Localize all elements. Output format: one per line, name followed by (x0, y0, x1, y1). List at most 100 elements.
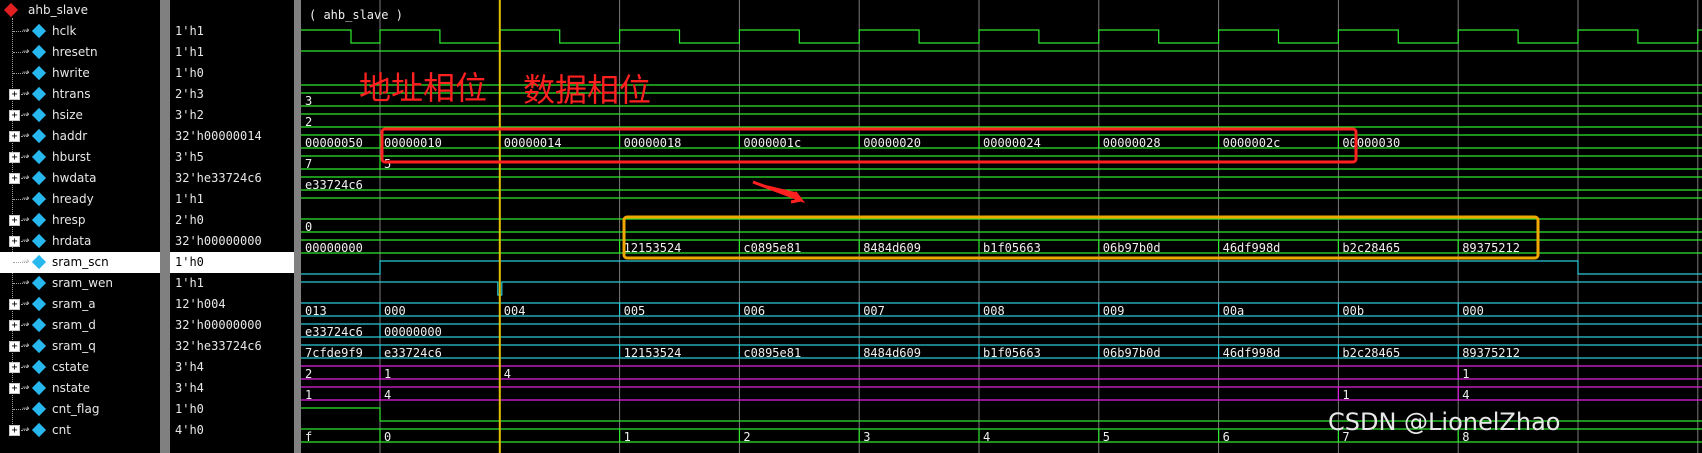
pane-divider[interactable] (294, 0, 301, 453)
signal-row-sram-d[interactable]: + → sram_d (0, 315, 170, 336)
expand-icon[interactable]: + (9, 131, 20, 142)
signal-value-cell[interactable]: 1'h0 (170, 399, 297, 420)
signal-row-hburst[interactable]: + → hburst (0, 147, 170, 168)
signal-value-cell[interactable]: 1'h1 (170, 273, 297, 294)
signal-value-cell[interactable]: 3'h2 (170, 105, 297, 126)
signal-row-sram-q[interactable]: + → sram_q (0, 336, 170, 357)
expand-icon[interactable]: + (9, 299, 20, 310)
signal-row-sram-wen[interactable]: → sram_wen (0, 273, 170, 294)
signal-diamond-icon (31, 338, 47, 354)
signal-direction-icon: → (22, 404, 30, 414)
expand-icon[interactable]: + (9, 110, 20, 121)
signal-value-cell[interactable]: 2'h3 (170, 84, 297, 105)
signal-direction-icon: → (22, 26, 30, 36)
signal-value-cell[interactable]: 32'he33724c6 (170, 336, 297, 357)
signal-name-label: htrans (52, 87, 91, 101)
bus-value-label: 12153524 (624, 346, 682, 360)
signal-name-label: hwdata (52, 171, 97, 185)
signal-value-cell[interactable]: 1'h0 (170, 63, 297, 84)
bus-value-label: 1 (624, 430, 631, 444)
expand-icon[interactable]: + (9, 362, 20, 373)
signal-row-haddr[interactable]: + → haddr (0, 126, 170, 147)
signal-value-label: 12'h004 (175, 297, 226, 311)
signal-value-cell[interactable]: 3'h4 (170, 378, 297, 399)
signal-row-sram-scn[interactable]: → sram_scn (0, 252, 170, 273)
signal-value-cell[interactable]: 32'he33724c6 (170, 168, 297, 189)
signal-value-cell[interactable]: 4'h0 (170, 420, 297, 441)
signal-value-cell[interactable]: 32'h00000014 (170, 126, 297, 147)
signal-row-hwdata[interactable]: + → hwdata (0, 168, 170, 189)
bus-value-label: 4 (504, 367, 511, 381)
signal-value-cell[interactable]: 32'h00000000 (170, 231, 297, 252)
expand-icon[interactable]: + (9, 320, 20, 331)
bus-value-label: 7 (305, 157, 312, 171)
bus-value-label: 004 (504, 304, 526, 318)
signal-value-cell[interactable]: 12'h004 (170, 294, 297, 315)
pane-divider[interactable] (160, 0, 170, 453)
expand-icon[interactable]: + (9, 383, 20, 394)
bus-value-label: 009 (1103, 304, 1125, 318)
expand-icon[interactable]: + (9, 152, 20, 163)
waveform-pane[interactable]: ( ahb_slave )3200000050 00000010 00000014 0… (301, 0, 1702, 453)
signal-value-cell[interactable]: 3'h5 (170, 147, 297, 168)
signal-row-hresetn[interactable]: → hresetn (0, 42, 170, 63)
expand-icon[interactable]: + (9, 341, 20, 352)
bus-value-label: 005 (624, 304, 646, 318)
signal-direction-icon: → (22, 110, 30, 120)
signal-diamond-icon (31, 359, 47, 375)
signal-diamond-icon (31, 380, 47, 396)
signal-row-htrans[interactable]: + → htrans (0, 84, 170, 105)
signal-row-hsize[interactable]: + → hsize (0, 105, 170, 126)
signal-value-cell[interactable]: 3'h4 (170, 357, 297, 378)
signal-value-label: 3'h4 (175, 381, 204, 395)
expand-icon[interactable]: + (9, 173, 20, 184)
signal-row-hclk[interactable]: → hclk (0, 21, 170, 42)
expand-icon[interactable]: + (9, 89, 20, 100)
signal-row-cstate[interactable]: + → cstate (0, 357, 170, 378)
signal-value-label: 3'h2 (175, 108, 204, 122)
bus-value-label: 1 (1462, 367, 1469, 381)
signal-row-nstate[interactable]: + → nstate (0, 378, 170, 399)
signal-value-cell[interactable]: 1'h1 (170, 189, 297, 210)
signal-value-cell[interactable]: 1'h1 (170, 21, 297, 42)
signal-diamond-icon (31, 44, 47, 60)
wave-hclk (301, 29, 1702, 44)
signal-value-label: 1'h1 (175, 24, 204, 38)
bus-value-label: 00b (1342, 304, 1364, 318)
signal-row-hwrite[interactable]: → hwrite (0, 63, 170, 84)
tree-group-ahb-slave[interactable]: ahb_slave (0, 0, 170, 21)
signal-row-sram-a[interactable]: + → sram_a (0, 294, 170, 315)
signal-value-label: 32'he33724c6 (175, 339, 262, 353)
expand-icon[interactable]: + (9, 425, 20, 436)
signal-diamond-icon (31, 128, 47, 144)
group-diamond-icon (3, 2, 19, 18)
bus-value-label: 00000020 (863, 136, 921, 150)
signal-row-hready[interactable]: → hready (0, 189, 170, 210)
signal-diamond-icon (31, 212, 47, 228)
signal-name-label: nstate (52, 381, 91, 395)
bus-value-label: 0 (305, 220, 312, 234)
signal-row-cnt-flag[interactable]: → cnt_flag (0, 399, 170, 420)
signal-direction-icon: → (22, 362, 30, 372)
signal-value-cell[interactable]: 1'h1 (170, 42, 297, 63)
bus-value-label: 46df998d (1223, 241, 1281, 255)
signal-name-label: sram_a (52, 297, 96, 311)
bus-value-label: 013 (305, 304, 327, 318)
signal-row-cnt[interactable]: + → cnt (0, 420, 170, 441)
signal-name-pane: ahb_slave → hclk → hresetn → hwrite + → htrans + → h… (0, 0, 170, 453)
signal-value-cell[interactable]: 1'h0 (170, 252, 297, 273)
signal-value-cell[interactable]: 32'h00000000 (170, 315, 297, 336)
expand-icon[interactable]: + (9, 215, 20, 226)
signal-value-label: 32'h00000000 (175, 318, 262, 332)
signal-diamond-icon (31, 191, 47, 207)
bus-value-label: 00000028 (1103, 136, 1161, 150)
bus-value-label: 007 (863, 304, 885, 318)
watermark-text: CSDN @LionelZhao (1328, 408, 1560, 436)
signal-value-cell[interactable]: 2'h0 (170, 210, 297, 231)
bus-value-label: 006 (743, 304, 765, 318)
signal-row-hresp[interactable]: + → hresp (0, 210, 170, 231)
bus-value-label: c0895e81 (743, 346, 801, 360)
signal-row-hrdata[interactable]: + → hrdata (0, 231, 170, 252)
expand-icon[interactable]: + (9, 236, 20, 247)
bus-value-label: 008 (983, 304, 1005, 318)
